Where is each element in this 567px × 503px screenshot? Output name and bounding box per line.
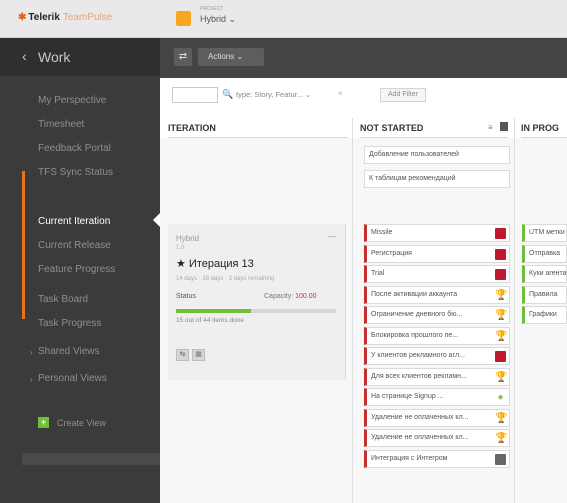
trophy-icon: 🏆 [495, 289, 508, 301]
list-item[interactable]: Графики [522, 306, 567, 324]
capacity-readout: Capacity: 100.00 [264, 293, 317, 300]
add-filter-button[interactable]: Add Filter [380, 88, 426, 102]
list-item[interactable]: Регистрация [364, 244, 510, 263]
view-toggle-button[interactable]: ⇄ [174, 48, 192, 66]
sidebar-item-current-iteration[interactable]: Current Iteration [38, 216, 110, 227]
sidebar-item-task-progress[interactable]: Task Progress [38, 318, 101, 329]
status-label: Status [176, 293, 196, 300]
list-item[interactable]: Куки агента [522, 265, 567, 283]
filter-chip-label: type: Story, Featur... [236, 90, 303, 99]
list-item[interactable]: Блокировка прошлого пе... 🏆 [364, 326, 510, 345]
column-divider [514, 118, 515, 503]
list-item[interactable]: Trial [364, 265, 510, 283]
sidebar-item-timesheet[interactable]: Timesheet [38, 119, 84, 130]
logo-brand: Telerik [28, 12, 60, 23]
iteration-name[interactable]: ★ Итерация 13 [176, 257, 254, 270]
sidebar-item-my-perspective[interactable]: My Perspective [38, 95, 106, 106]
list-item[interactable]: Правила [522, 285, 567, 304]
trophy-icon: 🏆 [495, 371, 508, 383]
trophy-icon: 🏆 [495, 433, 508, 444]
sidebar-item-tfs-sync-status[interactable]: TFS Sync Status [38, 167, 113, 178]
project-badge-icon[interactable] [176, 11, 191, 26]
column-divider [352, 118, 353, 503]
active-item-pointer [153, 213, 160, 227]
search-icon[interactable]: 🔍 [222, 89, 233, 100]
board-toolbar: ⇄ Actions ⌄ [160, 38, 567, 78]
list-item[interactable]: UTM метки [522, 224, 567, 242]
grid-icon[interactable]: ▦ [192, 349, 205, 361]
logo-product: TeamPulse [62, 12, 113, 23]
sidebar-item-personal-views[interactable]: Personal Views [38, 373, 107, 384]
filter-search-input[interactable] [172, 87, 218, 103]
iteration-card[interactable]: Hybrid 1.0 — ★ Итерация 13 14 days · 28 … [168, 224, 346, 380]
sidebar-item-feedback-portal[interactable]: Feedback Portal [38, 143, 111, 154]
active-filter-chip[interactable]: type: Story, Featur... ⌄ [236, 90, 311, 99]
list-item[interactable]: Для всех клиентов рекламн... 🏆 [364, 367, 510, 386]
trophy-icon: 🏆 [495, 330, 508, 342]
chevron-down-icon: ⌄ [228, 14, 237, 24]
leaf-icon: ● [497, 392, 504, 403]
column-header-in-progress: IN PROG [521, 118, 567, 138]
logo-mark-icon: ✱ [18, 12, 27, 23]
back-arrow-icon[interactable]: ‹ [22, 48, 27, 64]
iteration-dates: 14 days · 28 days · 2 days remaining [176, 276, 275, 282]
active-section-indicator [22, 171, 25, 319]
iteration-parent: Hybrid [176, 234, 200, 243]
project-selector[interactable]: Hybrid ⌄ [200, 14, 236, 25]
sidebar-title: Work [38, 49, 71, 65]
item-type-icon [495, 228, 506, 239]
sidebar-item-feature-progress[interactable]: Feature Progress [38, 264, 115, 275]
collapse-icon[interactable]: — [328, 232, 336, 241]
column-collapse-icon[interactable] [500, 122, 508, 131]
items-done-count: 15 out of 44 items done [176, 317, 244, 324]
item-type-icon [495, 248, 506, 260]
chevron-down-icon: ⌄ [305, 90, 312, 99]
list-item[interactable]: Ограничение дневного бю... 🏆 [364, 306, 510, 324]
list-item[interactable]: Удаление не оплаченных кл... 🏆 [364, 429, 510, 447]
iteration-release-tag: 1.0 [176, 245, 185, 251]
column-header-iteration: ITERATION [168, 118, 348, 138]
list-item[interactable]: После активации аккаунта 🏆 [364, 285, 510, 304]
create-view-plus-icon[interactable]: + [38, 417, 49, 428]
top-bar: ✱ Telerik TeamPulse PROJECT Hybrid ⌄ [0, 0, 567, 38]
app-logo[interactable]: ✱ Telerik TeamPulse [18, 12, 112, 23]
actions-dropdown[interactable]: Actions ⌄ [198, 48, 264, 66]
sidebar-item-task-board[interactable]: Task Board [38, 294, 88, 305]
list-item[interactable]: Удаление не оплаченных кл... 🏆 [364, 408, 510, 427]
expand-personal-views-icon[interactable]: › [30, 375, 33, 384]
list-item[interactable]: Интеграция с Интегром [364, 449, 510, 468]
list-item[interactable]: У клиентов рекламного агл... [364, 347, 510, 365]
project-caption: PROJECT [200, 6, 224, 12]
swap-icon[interactable]: ↹ [176, 349, 189, 361]
iteration-progress-bar [176, 309, 336, 313]
list-item[interactable]: Отправка [522, 244, 567, 263]
list-item[interactable]: К таблицам рекомендаций [364, 170, 510, 188]
list-item[interactable]: Добавление пользователей [364, 146, 510, 164]
expand-shared-views-icon[interactable]: › [30, 348, 33, 357]
clear-filter-icon[interactable]: × [338, 89, 343, 98]
project-name: Hybrid [200, 14, 227, 24]
list-item[interactable]: Missile [364, 224, 510, 242]
column-menu-icon[interactable]: ≡ [488, 123, 493, 132]
list-item[interactable]: На странице Signup ... ● [364, 388, 510, 406]
item-type-icon [495, 453, 506, 465]
sidebar-item-current-release[interactable]: Current Release [38, 240, 111, 251]
trophy-icon: 🏆 [495, 310, 508, 321]
sidebar-footer [22, 453, 160, 465]
column-header-not-started: NOT STARTED [360, 118, 508, 138]
trophy-icon: 🏆 [495, 412, 508, 424]
sidebar-item-shared-views[interactable]: Shared Views [38, 346, 100, 357]
progress-fill [176, 309, 252, 313]
item-type-icon [495, 269, 506, 280]
sidebar-header: ‹ Work [0, 38, 160, 76]
create-view-link[interactable]: Create View [57, 418, 106, 428]
item-type-icon [495, 351, 506, 362]
